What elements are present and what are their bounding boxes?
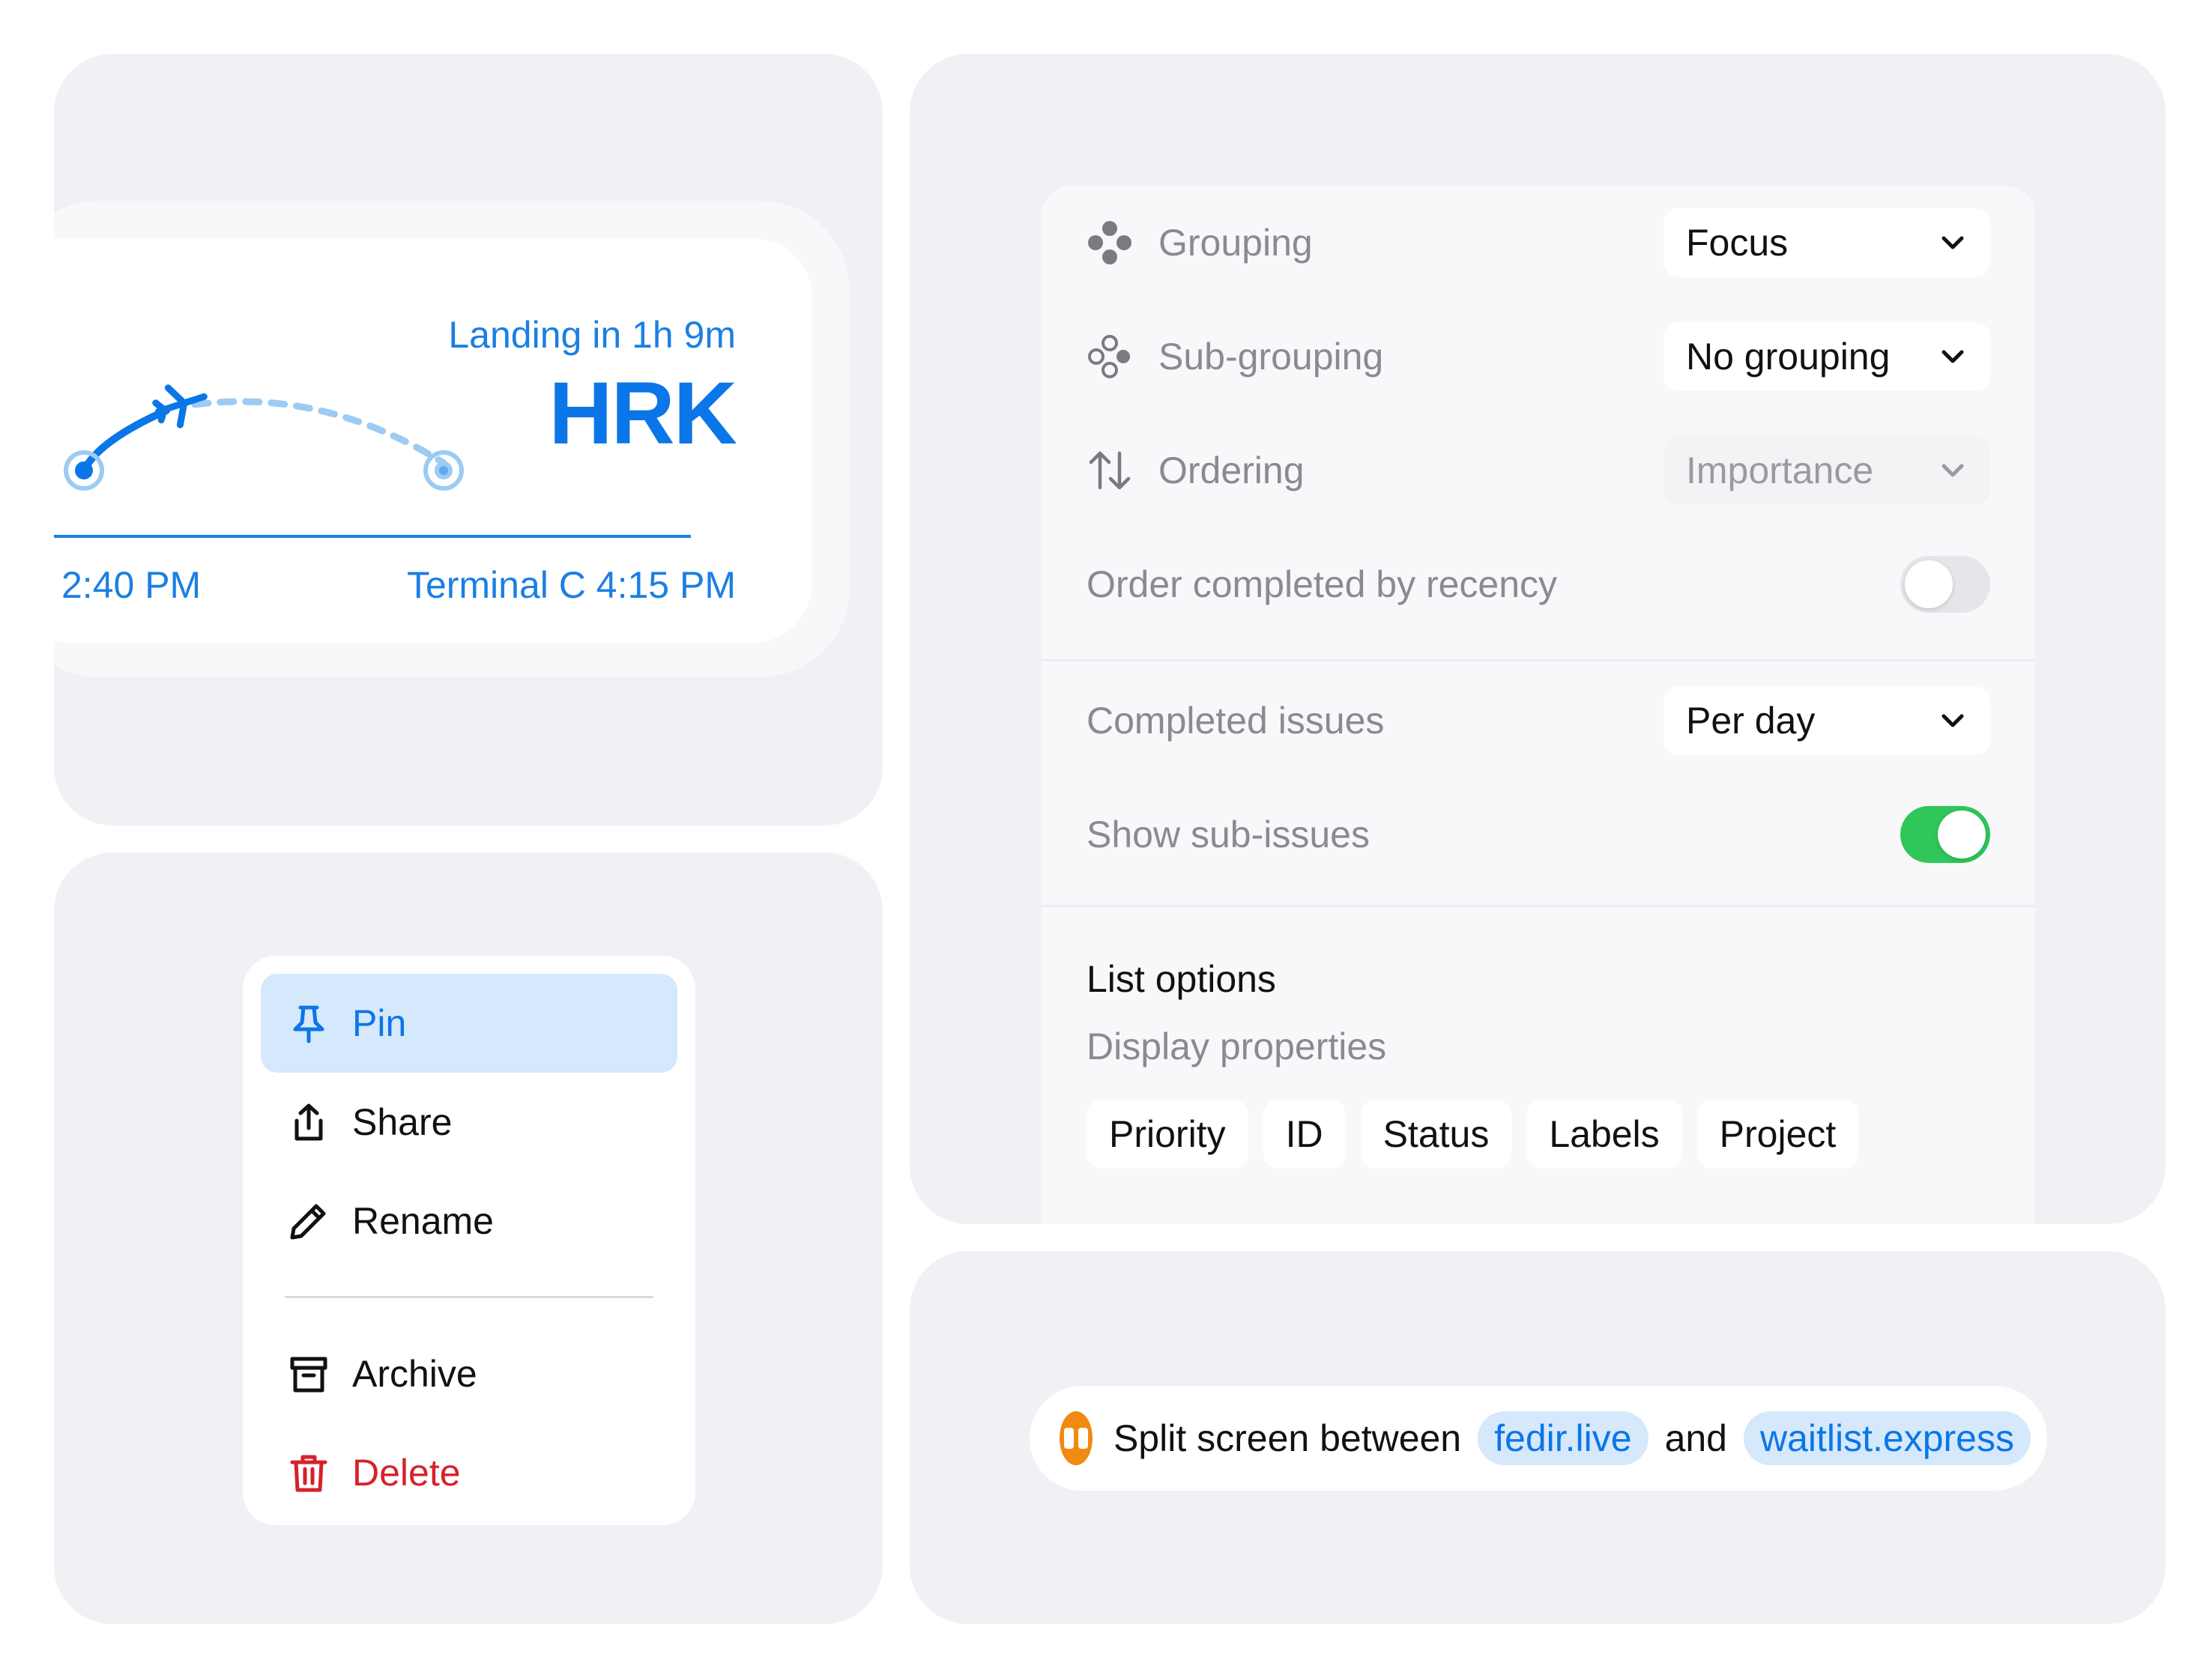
destination-dot-icon [423, 450, 464, 491]
menu-item-pin[interactable]: Pin [261, 974, 677, 1073]
context-menu: Pin Share Rename Archive Delete [243, 956, 695, 1525]
menu-item-archive[interactable]: Archive [261, 1324, 677, 1423]
section-divider [1042, 905, 2035, 907]
order-completed-toggle[interactable] [1900, 556, 1990, 613]
split-panel: Split screen between fedir.live and wait… [910, 1251, 2166, 1624]
completed-issues-row: Completed issues Per day [1042, 664, 2035, 778]
archive-icon [288, 1353, 330, 1395]
arrival-info: Terminal C 4:15 PM [406, 564, 736, 606]
chevron-down-icon [1941, 714, 1964, 727]
toggle-knob [1938, 811, 1986, 858]
grouping-row: Grouping Focus [1042, 186, 2035, 300]
ordering-dropdown[interactable]: Importance [1663, 436, 1990, 505]
menu-item-rename[interactable]: Rename [261, 1172, 677, 1270]
grouping-dropdown[interactable]: Focus [1663, 208, 1990, 277]
sub-grouping-icon [1087, 333, 1133, 380]
section-divider [1042, 659, 2035, 661]
list-options-title: List options [1087, 958, 1276, 1000]
property-chip-status[interactable]: Status [1360, 1100, 1512, 1169]
split-text: Split screen between [1113, 1417, 1462, 1459]
display-properties-chips: Priority ID Status Labels Project [1087, 1100, 1859, 1169]
destination-code: HRK [549, 364, 737, 463]
menu-item-delete[interactable]: Delete [261, 1423, 677, 1522]
sub-grouping-value: No grouping [1686, 336, 1891, 378]
toggle-knob [1905, 560, 1953, 608]
pin-icon [288, 1002, 330, 1044]
completed-issues-label: Completed issues [1087, 700, 1385, 742]
chevron-down-icon [1941, 350, 1964, 363]
grouping-icon [1087, 219, 1133, 266]
show-sub-issues-label: Show sub-issues [1087, 814, 1370, 855]
display-properties-label: Display properties [1087, 1026, 1387, 1067]
order-completed-label: Order completed by recency [1087, 563, 1558, 605]
menu-divider [285, 1296, 653, 1298]
site-link-b[interactable]: waitlist.express [1744, 1411, 2031, 1465]
chevron-down-icon [1941, 236, 1964, 249]
property-chip-labels[interactable]: Labels [1526, 1100, 1682, 1169]
property-chip-id[interactable]: ID [1263, 1100, 1346, 1169]
ordering-label: Ordering [1158, 449, 1305, 491]
origin-dot-icon [64, 450, 104, 491]
flight-panel: Landing in 1h 9m HRK 2:40 PM Terminal C … [54, 54, 883, 826]
departure-time: 2:40 PM [61, 564, 202, 606]
flight-path-graphic [64, 384, 464, 491]
menu-item-label: Archive [352, 1353, 477, 1395]
completed-issues-dropdown[interactable]: Per day [1663, 686, 1990, 755]
sub-grouping-label: Sub-grouping [1158, 336, 1384, 378]
menu-panel: Pin Share Rename Archive Delete [54, 852, 883, 1624]
site-link-a[interactable]: fedir.live [1478, 1411, 1649, 1465]
view-options-card: Grouping Focus Sub-grouping No grouping [1042, 186, 2035, 1224]
order-completed-row: Order completed by recency [1042, 527, 2035, 641]
sub-grouping-row: Sub-grouping No grouping [1042, 300, 2035, 414]
share-icon [288, 1101, 330, 1143]
menu-item-label: Share [352, 1101, 453, 1143]
grouping-value: Focus [1686, 222, 1789, 264]
sort-arrows-icon [1087, 447, 1133, 494]
landing-countdown: Landing in 1h 9m [448, 314, 736, 356]
show-sub-issues-row: Show sub-issues [1042, 778, 2035, 891]
ordering-value: Importance [1686, 449, 1874, 491]
flight-divider [54, 535, 691, 538]
pencil-icon [288, 1200, 330, 1242]
menu-item-label: Pin [352, 1002, 407, 1044]
chevron-down-icon [1941, 464, 1964, 477]
settings-panel: Grouping Focus Sub-grouping No grouping [910, 54, 2166, 1224]
show-sub-issues-toggle[interactable] [1900, 806, 1990, 863]
menu-item-share[interactable]: Share [261, 1073, 677, 1172]
property-chip-priority[interactable]: Priority [1087, 1100, 1248, 1169]
ordering-row: Ordering Importance [1042, 414, 2035, 527]
menu-item-label: Delete [352, 1452, 461, 1494]
property-chip-project[interactable]: Project [1696, 1100, 1859, 1169]
split-conjunction: and [1664, 1417, 1727, 1459]
split-screen-suggestion[interactable]: Split screen between fedir.live and wait… [1030, 1386, 2047, 1491]
menu-item-label: Rename [352, 1200, 494, 1242]
split-screen-icon [1060, 1411, 1093, 1465]
grouping-label: Grouping [1158, 222, 1313, 264]
sub-grouping-dropdown[interactable]: No grouping [1663, 322, 1990, 391]
flight-card[interactable]: Landing in 1h 9m HRK 2:40 PM Terminal C … [54, 238, 812, 643]
completed-issues-value: Per day [1686, 700, 1816, 742]
trash-icon [288, 1452, 330, 1494]
